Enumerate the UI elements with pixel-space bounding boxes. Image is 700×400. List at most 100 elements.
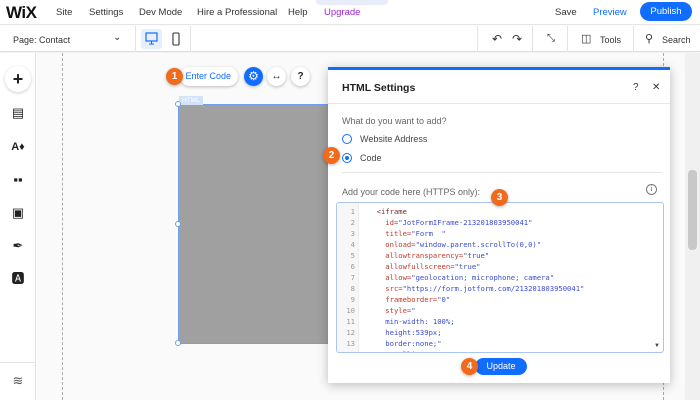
info-icon[interactable]: i bbox=[646, 184, 657, 195]
step-badge-1: 1 bbox=[166, 68, 183, 85]
save-button[interactable]: Save bbox=[555, 7, 577, 18]
desktop-view-button[interactable] bbox=[141, 29, 162, 49]
store-bag-icon[interactable]: 🅰 bbox=[8, 269, 28, 289]
apps-icon[interactable]: ▪▪ bbox=[8, 170, 28, 190]
option-code[interactable]: Code bbox=[360, 153, 382, 163]
undo-icon[interactable]: ↶ bbox=[492, 32, 502, 46]
resize-handle[interactable] bbox=[175, 101, 181, 107]
code-token: "https://form.jotform.com/21320180395004… bbox=[402, 284, 585, 293]
step-badge-2: 2 bbox=[323, 147, 340, 164]
menu-upgrade[interactable]: Upgrade bbox=[324, 7, 360, 18]
update-button[interactable]: Update bbox=[475, 358, 527, 375]
left-sidebar: + ▤ A♦ ▪▪ ▣ ✒ 🅰 ≋ bbox=[0, 53, 36, 400]
code-line: 11 min-width: 100%; bbox=[337, 316, 647, 327]
divider bbox=[342, 172, 662, 173]
search-button[interactable]: Search bbox=[662, 35, 691, 45]
code-token: allow= bbox=[376, 273, 412, 282]
page-value: Contact bbox=[39, 35, 71, 45]
code-token: style= bbox=[376, 306, 412, 315]
layers-icon[interactable]: ≋ bbox=[8, 371, 28, 391]
line-number: 7 bbox=[350, 273, 355, 282]
option-website-address[interactable]: Website Address bbox=[360, 134, 427, 144]
search-icon[interactable]: ⚲ bbox=[645, 32, 653, 45]
redo-icon[interactable]: ↷ bbox=[512, 32, 522, 46]
preview-button[interactable]: Preview bbox=[593, 7, 627, 18]
divider bbox=[135, 26, 136, 52]
chevron-down-icon[interactable]: ⌄ bbox=[113, 32, 121, 43]
code-token: id= bbox=[376, 218, 399, 227]
wix-logo[interactable]: WiX bbox=[6, 3, 37, 23]
resize-handle[interactable] bbox=[175, 221, 181, 227]
line-number: 3 bbox=[350, 229, 355, 238]
page-label: Page: bbox=[13, 35, 37, 45]
help-button[interactable]: ? bbox=[633, 82, 639, 93]
menu-site[interactable]: Site bbox=[56, 7, 72, 18]
line-number: 10 bbox=[346, 306, 355, 315]
code-token: title= bbox=[376, 229, 412, 238]
page-selector[interactable]: Page: Contact bbox=[13, 35, 70, 45]
code-token: "true" bbox=[463, 251, 490, 260]
line-number: 13 bbox=[346, 339, 355, 348]
code-line: 6 allowfullscreen="true" bbox=[337, 261, 647, 272]
tools-icon[interactable]: ◫ bbox=[581, 32, 591, 45]
blog-pen-icon[interactable]: ✒ bbox=[8, 236, 28, 256]
mobile-view-button[interactable] bbox=[167, 29, 185, 49]
editor-toolbar: Page: Contact ⌄ ↶ ↷ ⤡ ◫ Tools ⚲ Search bbox=[0, 26, 700, 52]
code-editor[interactable]: 1 <iframe 2 id="JotFormIFrame-21320180395… bbox=[336, 202, 664, 353]
pages-icon[interactable]: ▤ bbox=[8, 103, 28, 123]
divider bbox=[633, 26, 634, 52]
code-token: "geolocation; microphone; camera" bbox=[411, 273, 555, 282]
code-line: 13 border:none;" bbox=[337, 338, 647, 349]
code-line: 5 allowtransparency="true" bbox=[337, 250, 647, 261]
line-number: 11 bbox=[346, 317, 355, 326]
code-line: 10 style=" bbox=[337, 305, 647, 316]
grid-line-left bbox=[62, 53, 63, 400]
menu-dev-mode[interactable]: Dev Mode bbox=[139, 7, 182, 18]
line-number: 5 bbox=[350, 251, 355, 260]
divider bbox=[0, 362, 36, 363]
scrollbar-thumb[interactable] bbox=[688, 170, 697, 250]
media-icon[interactable]: ▣ bbox=[8, 203, 28, 223]
publish-button[interactable]: Publish bbox=[640, 2, 692, 21]
theme-icon[interactable]: A♦ bbox=[8, 137, 28, 157]
code-line: 7 allow="geolocation; microphone; camera… bbox=[337, 272, 647, 283]
help-icon[interactable]: ? bbox=[291, 67, 310, 86]
code-token: scrolling= bbox=[377, 350, 428, 352]
code-line: 9 frameborder="0" bbox=[337, 294, 647, 305]
code-line: 3 title="Form " bbox=[337, 228, 647, 239]
line-number: 1 bbox=[350, 207, 355, 216]
scroll-down-arrow-icon[interactable]: ▼ bbox=[654, 343, 660, 349]
menu-settings[interactable]: Settings bbox=[89, 7, 123, 18]
code-label: Add your code here (HTTPS only): bbox=[342, 187, 481, 197]
resize-handle[interactable] bbox=[175, 340, 181, 346]
code-token: allowtransparency= bbox=[376, 251, 464, 260]
code-token: "JotFormIFrame-213201803950041" bbox=[398, 218, 533, 227]
html-element[interactable] bbox=[178, 104, 332, 344]
line-number: 9 bbox=[350, 295, 355, 304]
html-element-label: HTML bbox=[179, 96, 203, 105]
radio-website-address[interactable] bbox=[342, 134, 352, 144]
add-icon[interactable]: + bbox=[5, 66, 31, 92]
code-token: allowfullscreen= bbox=[376, 262, 455, 271]
stretch-arrows-icon[interactable]: ↔ bbox=[267, 67, 286, 86]
radio-code[interactable] bbox=[342, 153, 352, 163]
code-line: 4 onload="window.parent.scrollTo(0,0)" bbox=[337, 239, 647, 250]
code-token: height:539px; bbox=[376, 328, 442, 337]
step-badge-3: 3 bbox=[491, 189, 508, 206]
code-line: 1 <iframe bbox=[337, 206, 647, 217]
code-token: onload= bbox=[376, 240, 416, 249]
panel-title: HTML Settings bbox=[342, 82, 416, 94]
menu-hire-professional[interactable]: Hire a Professional bbox=[197, 7, 277, 18]
question-label: What do you want to add? bbox=[342, 116, 447, 126]
line-number: 2 bbox=[350, 218, 355, 227]
settings-gear-icon[interactable]: ⚙ bbox=[244, 67, 263, 86]
zoom-out-icon[interactable]: ⤡ bbox=[547, 33, 555, 44]
menu-help[interactable]: Help bbox=[288, 7, 308, 18]
close-button[interactable]: ✕ bbox=[652, 82, 660, 93]
code-token: min-width: 100%; bbox=[376, 317, 455, 326]
code-line: 2 id="JotFormIFrame-213201803950041" bbox=[337, 217, 647, 228]
tools-button[interactable]: Tools bbox=[600, 35, 621, 45]
mobile-icon bbox=[172, 32, 180, 46]
code-token: <iframe bbox=[376, 207, 407, 216]
enter-code-button[interactable]: Enter Code bbox=[180, 67, 238, 86]
